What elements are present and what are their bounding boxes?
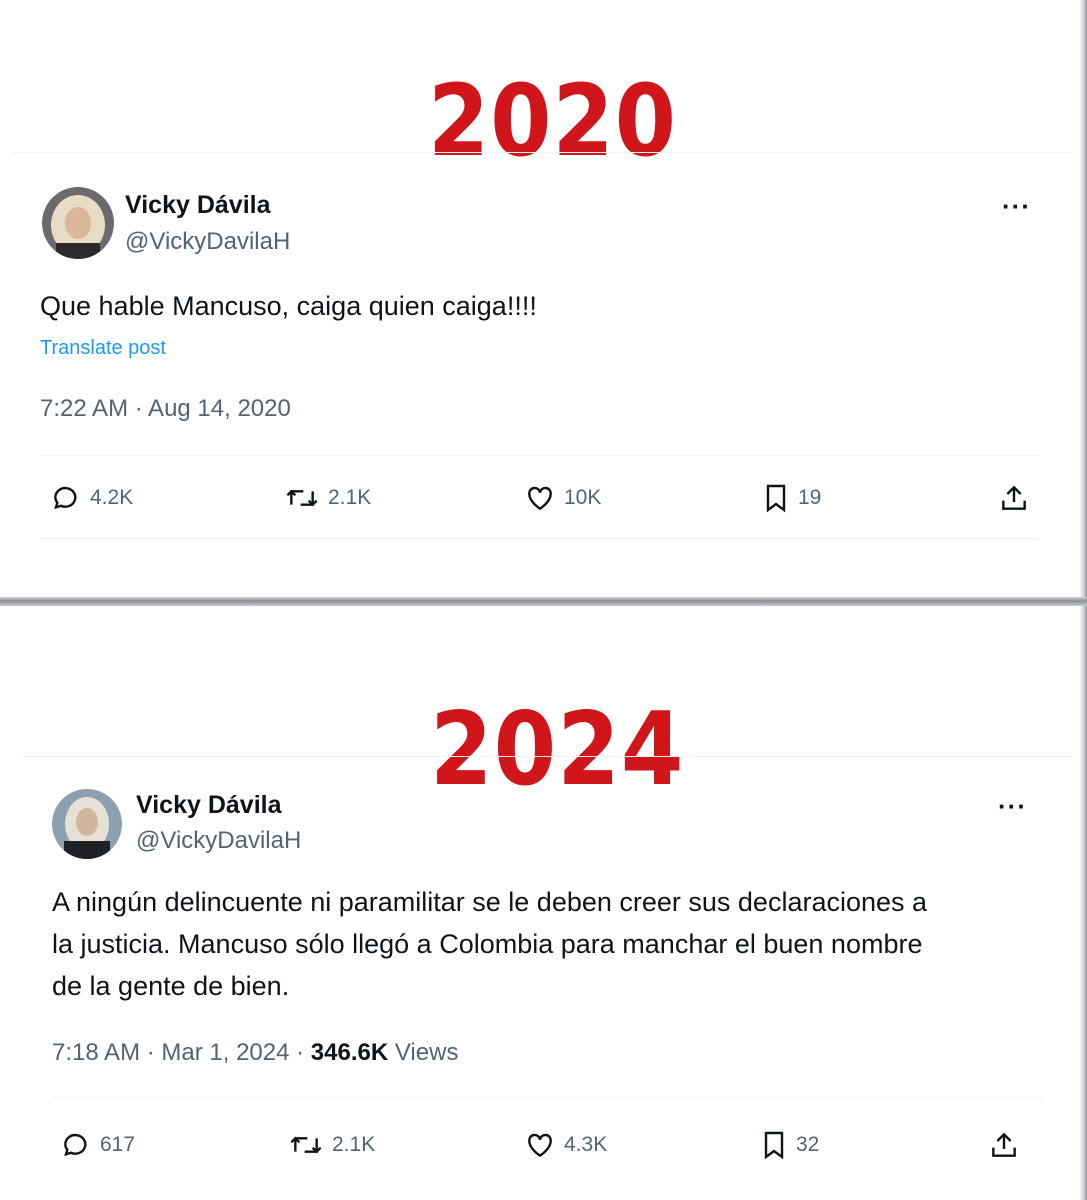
views-label: Views [388, 1039, 459, 1066]
tweet-text: A ningún delincuente ni paramilitar se l… [52, 881, 1052, 1007]
repost-button[interactable]: 2.1K [288, 1129, 375, 1161]
like-button[interactable]: 4.3K [524, 1129, 607, 1161]
bookmark-count: 32 [796, 1133, 820, 1156]
separator [40, 455, 1038, 456]
tweet-text: Que hable Mancuso, caiga quien caiga!!!! [40, 291, 537, 321]
tweet-timestamp[interactable]: 7:22 AM · Aug 14, 2020 [40, 395, 291, 423]
translate-link[interactable]: Translate post [40, 337, 166, 360]
bookmark-button[interactable]: 32 [760, 1129, 819, 1161]
tweet-card[interactable]: Vicky Dávila @VickyDavilaH ··· A ningún … [22, 756, 1072, 1197]
share-icon [1002, 485, 1026, 510]
separator [52, 1097, 1042, 1098]
like-count: 10K [564, 486, 602, 509]
author-name[interactable]: Vicky Dávila [125, 191, 270, 220]
author-handle[interactable]: @VickyDavilaH [125, 228, 290, 256]
like-button[interactable]: 10K [524, 482, 601, 514]
panel-divider [0, 597, 1087, 606]
repost-icon [286, 489, 318, 507]
repost-icon [290, 1136, 322, 1154]
reply-count: 617 [100, 1133, 136, 1156]
avatar[interactable] [52, 789, 122, 859]
views-count: 346.6K [310, 1039, 389, 1066]
tweet-text-line: A ningún delincuente ni paramilitar se l… [52, 887, 928, 917]
share-icon [992, 1132, 1016, 1157]
repost-count: 2.1K [328, 486, 372, 509]
panel-edge [1079, 606, 1087, 1200]
like-icon [528, 486, 552, 511]
panel-2020: 2020 Vicky Dávila @VickyDavilaH ··· Que … [0, 0, 1087, 598]
author-handle[interactable]: @VickyDavilaH [136, 827, 301, 855]
like-count: 4.3K [564, 1133, 608, 1156]
reply-button[interactable]: 4.2K [50, 482, 133, 514]
more-options-icon[interactable]: ··· [998, 791, 1027, 822]
separator [40, 538, 1038, 539]
panel-2024: 2024 Vicky Dávila @VickyDavilaH ··· A ni… [0, 606, 1087, 1200]
bookmark-button[interactable]: 19 [762, 482, 821, 514]
like-icon [528, 1133, 552, 1158]
bookmark-icon [764, 1131, 784, 1160]
tweet-timestamp[interactable]: 7:18 AM · Mar 1, 2024 · [52, 1039, 311, 1066]
author-name[interactable]: Vicky Dávila [136, 791, 281, 820]
more-options-icon[interactable]: ··· [1002, 191, 1031, 222]
panel-edge [1079, 0, 1087, 598]
repost-button[interactable]: 2.1K [284, 482, 371, 514]
reply-button[interactable]: 617 [60, 1129, 135, 1161]
tweet-text-line: de la gente de bien. [52, 971, 290, 1001]
avatar[interactable] [42, 187, 114, 259]
reply-count: 4.2K [90, 486, 134, 509]
bookmark-count: 19 [798, 486, 822, 509]
tweet-card[interactable]: Vicky Dávila @VickyDavilaH ··· Que hable… [12, 152, 1072, 553]
share-button[interactable] [988, 1129, 1020, 1161]
tweet-meta: 7:18 AM · Mar 1, 2024 · 346.6K Views [52, 1039, 458, 1067]
tweet-text-line: la justicia. Mancuso sólo llegó a Colomb… [52, 929, 923, 959]
repost-count: 2.1K [332, 1133, 376, 1156]
reply-icon [54, 486, 77, 510]
share-button[interactable] [998, 482, 1030, 514]
reply-icon [64, 1133, 87, 1157]
bookmark-icon [766, 484, 786, 513]
